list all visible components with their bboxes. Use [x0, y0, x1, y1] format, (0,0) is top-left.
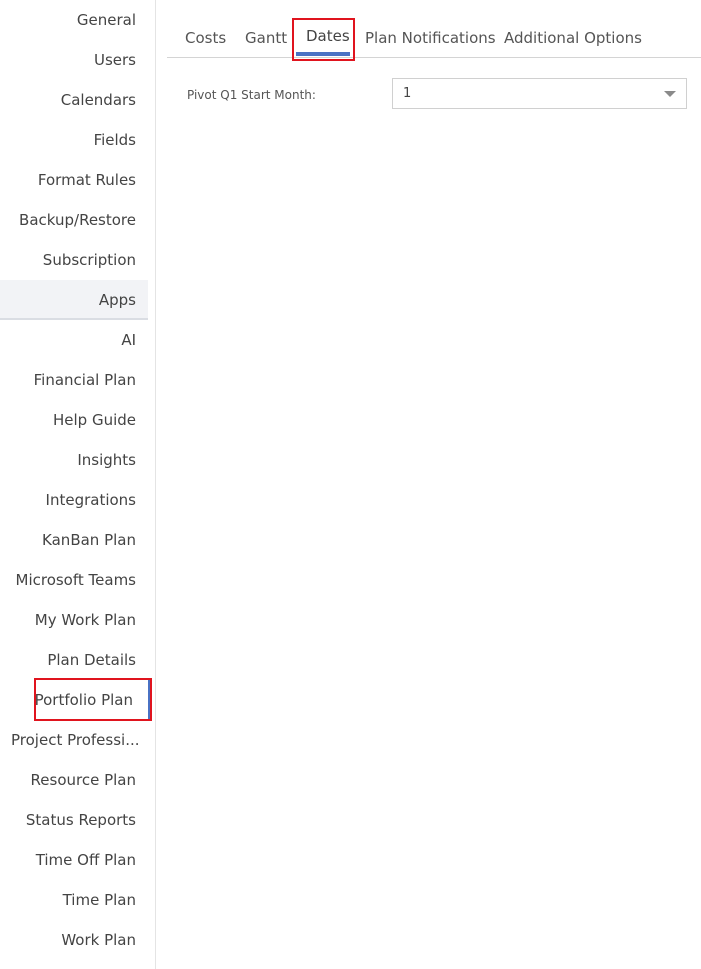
- sidebar-item-calendars[interactable]: Calendars: [0, 80, 148, 120]
- sidebar-item-insights[interactable]: Insights: [0, 440, 148, 480]
- sidebar-item-fields[interactable]: Fields: [0, 120, 148, 160]
- pivot-q1-start-month-label: Pivot Q1 Start Month:: [187, 88, 316, 102]
- sidebar-item-status-reports[interactable]: Status Reports: [0, 800, 148, 840]
- sidebar-item-general[interactable]: General: [0, 0, 148, 40]
- pivot-q1-start-month-value: 1: [403, 86, 412, 101]
- pivot-q1-start-month-select[interactable]: 1: [392, 78, 687, 109]
- settings-sidebar: General Users Calendars Fields Format Ru…: [0, 0, 156, 969]
- sidebar-item-ai[interactable]: AI: [0, 320, 148, 360]
- chevron-down-icon: [664, 91, 676, 97]
- settings-page: General Users Calendars Fields Format Ru…: [0, 0, 701, 969]
- active-tab-indicator: [296, 52, 350, 56]
- tab-costs[interactable]: Costs: [185, 26, 226, 50]
- sidebar-item-my-work-plan[interactable]: My Work Plan: [0, 600, 148, 640]
- sidebar-item-backup-restore[interactable]: Backup/Restore: [0, 200, 148, 240]
- sidebar-item-plan-details[interactable]: Plan Details: [0, 640, 148, 680]
- sidebar-section-apps[interactable]: Apps: [0, 280, 148, 320]
- sidebar-item-time-plan[interactable]: Time Plan: [0, 880, 148, 920]
- sidebar-item-work-plan[interactable]: Work Plan: [0, 920, 148, 960]
- tab-additional-options[interactable]: Additional Options: [504, 26, 642, 50]
- sidebar-item-kanban-plan[interactable]: KanBan Plan: [0, 520, 148, 560]
- sidebar-item-portfolio-plan[interactable]: Portfolio Plan: [0, 680, 151, 720]
- sidebar-item-subscription[interactable]: Subscription: [0, 240, 148, 280]
- sidebar-item-financial-plan[interactable]: Financial Plan: [0, 360, 148, 400]
- sidebar-item-users[interactable]: Users: [0, 40, 148, 80]
- sidebar-item-format-rules[interactable]: Format Rules: [0, 160, 148, 200]
- sidebar-item-resource-plan[interactable]: Resource Plan: [0, 760, 148, 800]
- tab-plan-notifications[interactable]: Plan Notifications: [365, 26, 496, 50]
- tab-dates[interactable]: Dates: [306, 24, 350, 48]
- tab-gantt[interactable]: Gantt: [245, 26, 287, 50]
- sidebar-item-time-off-plan[interactable]: Time Off Plan: [0, 840, 148, 880]
- sidebar-item-microsoft-teams[interactable]: Microsoft Teams: [0, 560, 148, 600]
- sidebar-item-integrations[interactable]: Integrations: [0, 480, 148, 520]
- sidebar-item-help-guide[interactable]: Help Guide: [0, 400, 148, 440]
- sidebar-item-project-professional[interactable]: Project Professi...: [0, 720, 148, 760]
